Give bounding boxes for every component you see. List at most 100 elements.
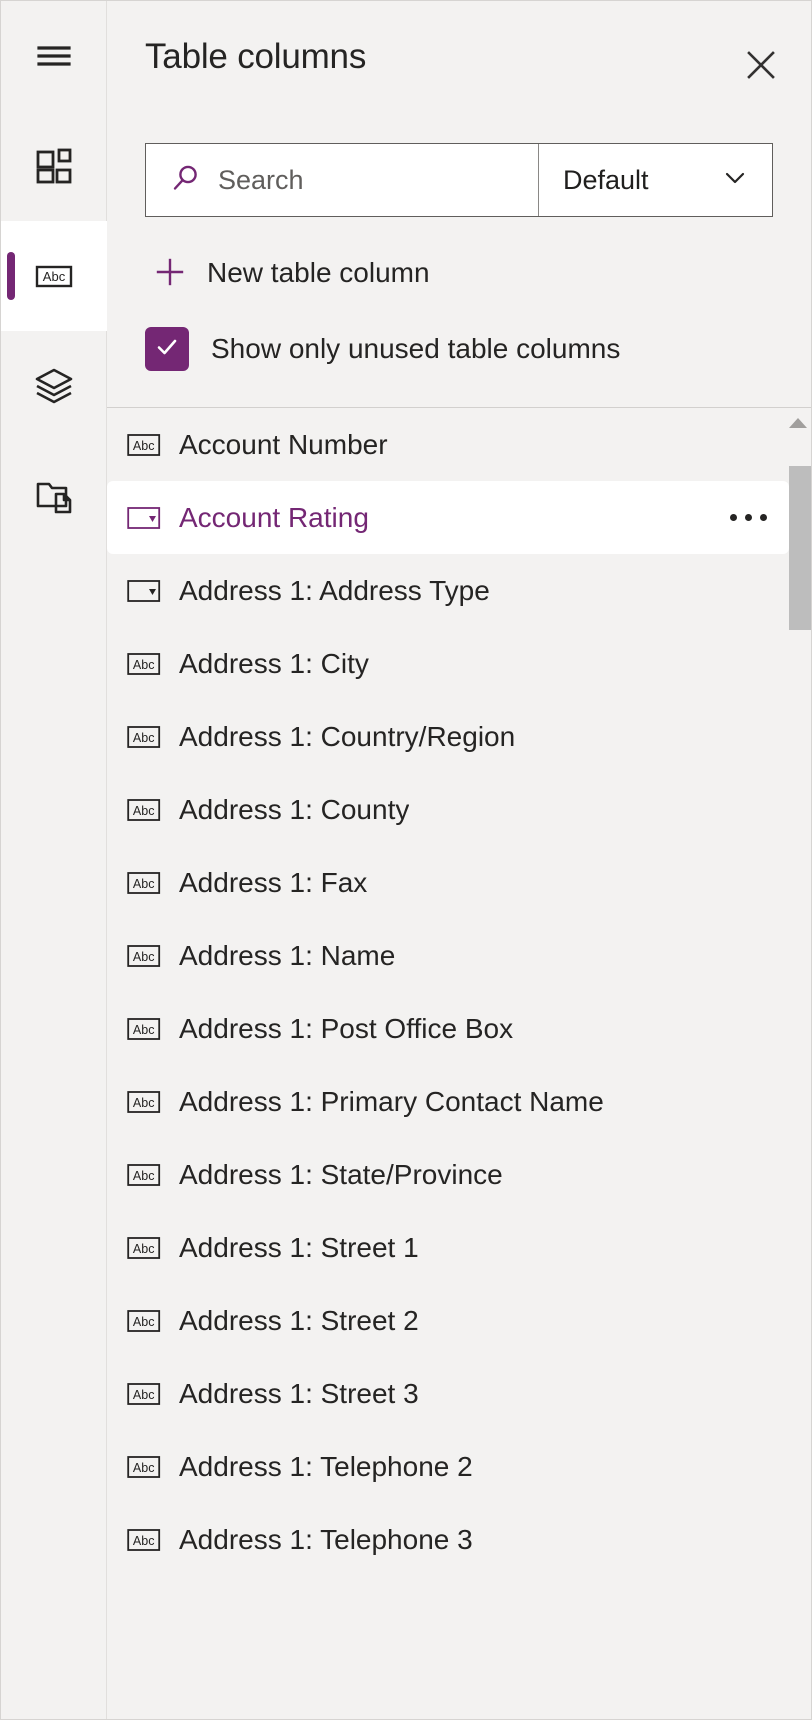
table-column-label: Account Rating — [179, 502, 369, 534]
show-unused-columns-checkbox-row[interactable]: Show only unused table columns — [145, 321, 773, 377]
abc-text-icon: Abc — [127, 942, 161, 970]
svg-text:Abc: Abc — [133, 1169, 155, 1183]
search-box[interactable] — [146, 144, 538, 216]
search-row: Default — [145, 143, 773, 217]
table-columns-panel-window: Abc — [0, 0, 812, 1720]
table-column-row[interactable]: Abc Address 1: Country/Region — [107, 700, 799, 773]
dropdown-choice-icon — [127, 577, 161, 605]
panel: Table columns — [107, 1, 811, 1719]
abc-text-icon: Abc — [127, 869, 161, 897]
table-column-row[interactable]: Abc Address 1: Street 2 — [107, 1284, 799, 1357]
scroll-up-arrow-icon[interactable] — [785, 408, 811, 438]
new-table-column-button[interactable]: New table column — [145, 245, 773, 301]
view-filter-value: Default — [563, 165, 649, 196]
table-column-row[interactable]: Account Rating — [107, 481, 789, 554]
table-column-row[interactable]: Abc Address 1: Telephone 2 — [107, 1430, 799, 1503]
table-column-label: Address 1: Street 1 — [179, 1232, 419, 1264]
svg-text:Abc: Abc — [133, 1388, 155, 1402]
svg-text:Abc: Abc — [133, 1023, 155, 1037]
table-column-label: Address 1: Telephone 3 — [179, 1524, 473, 1556]
dropdown-choice-icon — [127, 504, 161, 532]
view-filter-dropdown[interactable]: Default — [538, 144, 772, 216]
more-ellipsis-icon[interactable] — [730, 514, 767, 521]
table-column-row[interactable]: Abc Address 1: Telephone 3 — [107, 1503, 799, 1576]
rail-item-layers[interactable] — [1, 331, 107, 441]
abc-text-icon: Abc — [127, 1453, 161, 1481]
svg-text:Abc: Abc — [133, 439, 155, 453]
svg-text:Abc: Abc — [133, 804, 155, 818]
table-column-row[interactable]: Abc Address 1: Post Office Box — [107, 992, 799, 1065]
abc-text-icon: Abc — [127, 650, 161, 678]
chevron-down-icon — [720, 163, 750, 198]
abc-text-icon: Abc — [127, 1234, 161, 1262]
rail-item-data[interactable] — [1, 441, 107, 551]
table-column-row[interactable]: Abc Address 1: Primary Contact Name — [107, 1065, 799, 1138]
data-files-icon — [32, 474, 76, 518]
table-column-row[interactable]: Abc Account Number — [107, 408, 799, 481]
table-column-row[interactable]: Abc Address 1: County — [107, 773, 799, 846]
table-column-label: Address 1: Post Office Box — [179, 1013, 513, 1045]
svg-text:Abc: Abc — [133, 877, 155, 891]
table-column-label: Address 1: State/Province — [179, 1159, 503, 1191]
left-rail: Abc — [1, 1, 107, 1719]
table-column-label: Address 1: Street 2 — [179, 1305, 419, 1337]
svg-text:Abc: Abc — [43, 269, 66, 284]
table-column-label: Address 1: Address Type — [179, 575, 490, 607]
abc-text-icon: Abc — [127, 1088, 161, 1116]
abc-text-icon: Abc — [127, 1307, 161, 1335]
abc-text-icon: Abc — [127, 723, 161, 751]
table-column-row[interactable]: Address 1: Address Type — [107, 554, 799, 627]
panel-header: Table columns — [107, 1, 811, 119]
table-column-label: Address 1: Country/Region — [179, 721, 515, 753]
close-x-icon — [743, 47, 779, 83]
checkmark-icon — [152, 332, 182, 367]
scrollbar-thumb[interactable] — [789, 466, 811, 630]
abc-text-icon: Abc — [127, 1526, 161, 1554]
abc-text-icon: Abc — [127, 431, 161, 459]
table-column-row[interactable]: Abc Address 1: City — [107, 627, 799, 700]
table-column-label: Address 1: Fax — [179, 867, 367, 899]
table-column-row[interactable]: Abc Address 1: Name — [107, 919, 799, 992]
abc-text-icon: Abc — [127, 1380, 161, 1408]
rail-item-columns[interactable]: Abc — [1, 221, 107, 331]
table-columns-list-wrap: Abc Account Number Account Rating Address 1… — [107, 408, 811, 1719]
svg-text:Abc: Abc — [133, 658, 155, 672]
table-column-label: Address 1: City — [179, 648, 369, 680]
table-column-label: Address 1: Name — [179, 940, 395, 972]
list-scrollbar[interactable] — [785, 408, 811, 1719]
close-button[interactable] — [733, 37, 789, 93]
abc-text-icon: Abc — [32, 254, 76, 298]
hamburger-menu-icon — [32, 34, 76, 78]
svg-text:Abc: Abc — [133, 1096, 155, 1110]
page-title: Table columns — [145, 37, 366, 77]
svg-text:Abc: Abc — [133, 1461, 155, 1475]
grid-components-icon — [32, 144, 76, 188]
search-input[interactable] — [218, 165, 538, 196]
svg-text:Abc: Abc — [133, 1242, 155, 1256]
svg-text:Abc: Abc — [133, 731, 155, 745]
table-column-row[interactable]: Abc Address 1: Street 3 — [107, 1357, 799, 1430]
table-column-row[interactable]: Abc Address 1: Street 1 — [107, 1211, 799, 1284]
table-column-label: Address 1: Street 3 — [179, 1378, 419, 1410]
abc-text-icon: Abc — [127, 796, 161, 824]
abc-text-icon: Abc — [127, 1161, 161, 1189]
show-unused-columns-checkbox[interactable] — [145, 327, 189, 371]
search-magnifier-icon — [170, 162, 202, 199]
new-table-column-label: New table column — [207, 257, 430, 289]
table-column-label: Account Number — [179, 429, 388, 461]
svg-text:Abc: Abc — [133, 1315, 155, 1329]
plus-icon — [153, 255, 187, 292]
abc-text-icon: Abc — [127, 1015, 161, 1043]
table-column-label: Address 1: Telephone 2 — [179, 1451, 473, 1483]
show-unused-columns-label: Show only unused table columns — [211, 333, 620, 365]
table-columns-list: Abc Account Number Account Rating Address 1… — [107, 408, 811, 1719]
table-column-label: Address 1: County — [179, 794, 409, 826]
rail-item-menu[interactable] — [1, 1, 107, 111]
table-column-label: Address 1: Primary Contact Name — [179, 1086, 604, 1118]
rail-item-components[interactable] — [1, 111, 107, 221]
table-column-row[interactable]: Abc Address 1: Fax — [107, 846, 799, 919]
layers-stack-icon — [32, 364, 76, 408]
table-column-row[interactable]: Abc Address 1: State/Province — [107, 1138, 799, 1211]
svg-text:Abc: Abc — [133, 950, 155, 964]
svg-text:Abc: Abc — [133, 1534, 155, 1548]
